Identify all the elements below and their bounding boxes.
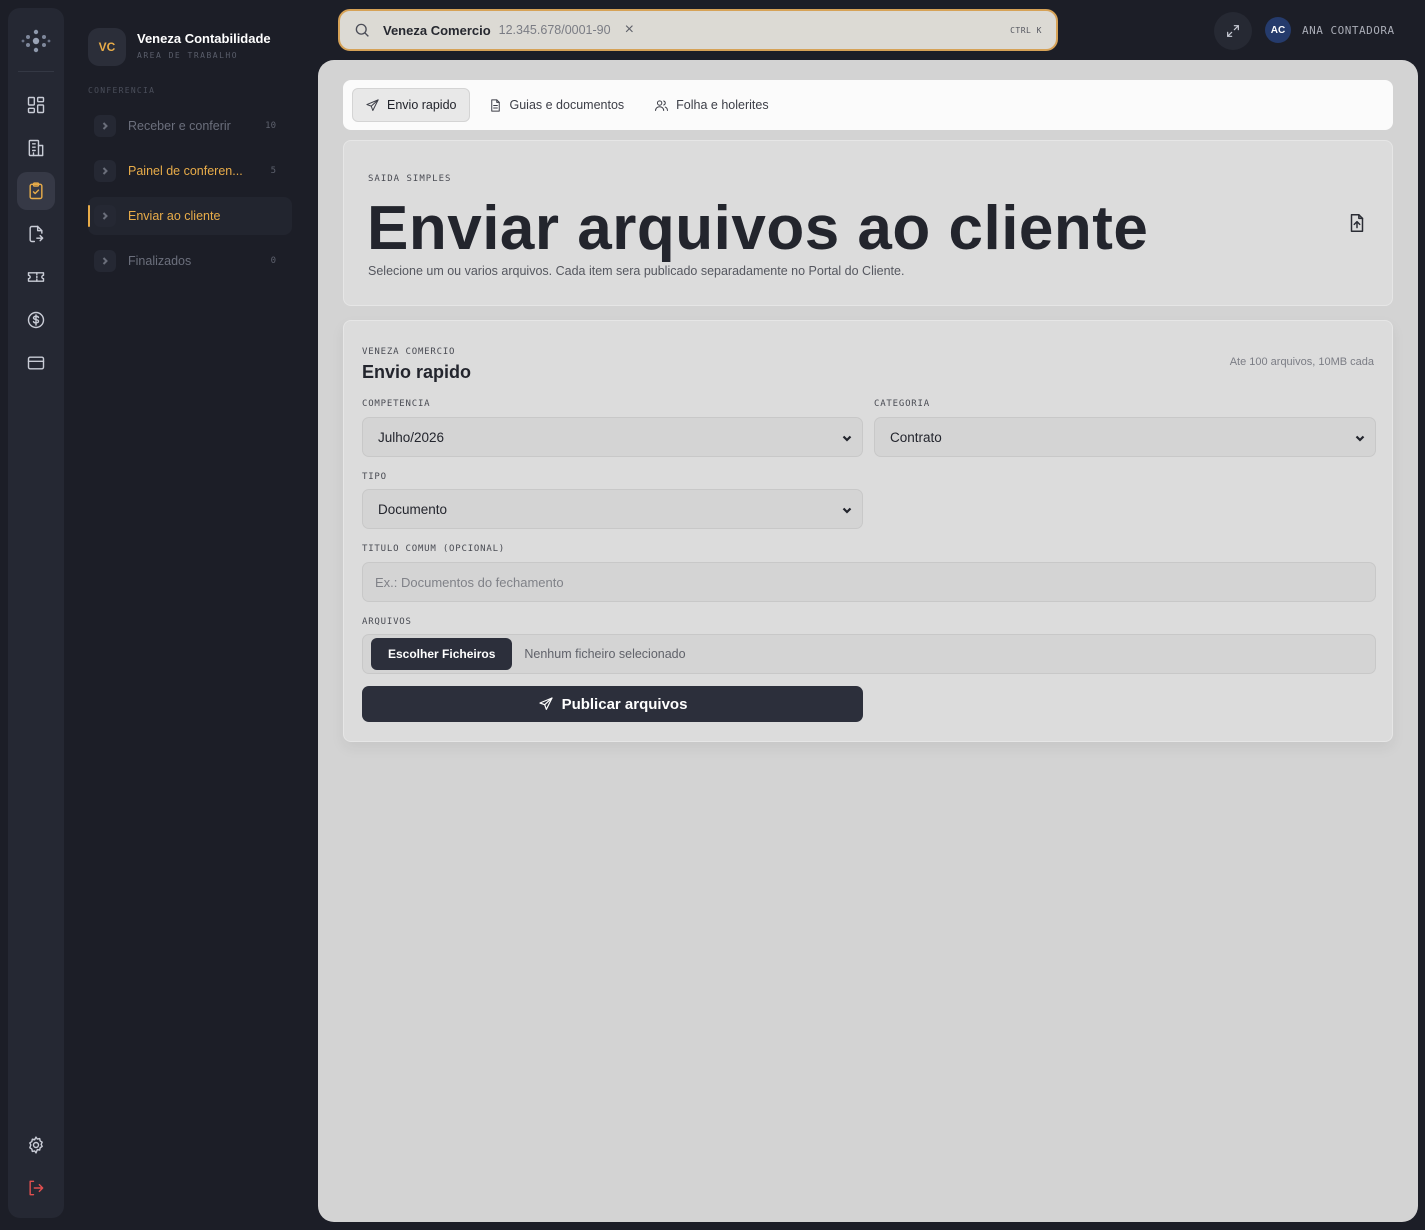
sidebar-item-count: 10 [265, 121, 276, 131]
expand-icon[interactable] [1214, 12, 1252, 50]
sidebar-section-label: CONFERENCIA [88, 86, 156, 95]
page-description: Selecione um ou varios arquivos. Cada it… [368, 264, 905, 278]
sidebar-item-painel[interactable]: Painel de conferen... 5 [88, 152, 292, 190]
form-client-label: VENEZA COMERCIO [362, 347, 456, 357]
chevron-down-icon [842, 435, 852, 442]
search-client-name: Veneza Comercio [383, 22, 491, 38]
chevron-right-icon [94, 160, 116, 182]
building-icon[interactable] [17, 129, 55, 167]
page-eyebrow: SAIDA SIMPLES [368, 174, 452, 184]
file-status: Nenhum ficheiro selecionado [524, 647, 686, 661]
icon-rail [8, 8, 64, 1218]
sidebar-item-count: 5 [270, 166, 276, 176]
users-icon [655, 99, 669, 111]
publish-label: Publicar arquivos [561, 695, 688, 713]
chevron-right-icon [94, 250, 116, 272]
main-panel: Envio rapido Guias e documentos Folha e … [318, 60, 1418, 1222]
sidebar-item-enviar[interactable]: Enviar ao cliente [88, 197, 292, 235]
page-header: SAIDA SIMPLES Enviar arquivos ao cliente… [343, 140, 1393, 306]
chevron-down-icon [1355, 435, 1365, 442]
logo-icon [20, 25, 52, 57]
tipo-label: TIPO [362, 472, 387, 482]
categoria-label: CATEGORIA [874, 399, 930, 409]
categoria-value: Contrato [890, 429, 942, 445]
titulo-placeholder: Ex.: Documentos do fechamento [375, 574, 564, 590]
workspace-subtitle: AREA DE TRABALHO [137, 51, 239, 60]
file-picker[interactable]: Escolher Ficheiros Nenhum ficheiro selec… [362, 634, 1376, 674]
search-client-cnpj: 12.345.678/0001-90 [498, 23, 611, 37]
settings-icon[interactable] [17, 1126, 55, 1164]
tab-label: Folha e holerites [676, 98, 769, 112]
sidebar-item-count: 0 [270, 256, 276, 266]
titulo-label: TITULO COMUM (OPCIONAL) [362, 544, 506, 554]
sidebar-item-label: Painel de conferen... [128, 164, 243, 178]
send-icon [366, 98, 379, 111]
sidebar-item-label: Finalizados [128, 254, 192, 268]
page-title: Enviar arquivos ao cliente [367, 194, 1149, 263]
keyboard-shortcut-hint: CTRL K [1010, 25, 1042, 35]
sidebar-item-finalizados[interactable]: Finalizados 0 [88, 242, 292, 280]
ticket-icon[interactable] [17, 258, 55, 296]
chevron-down-icon [842, 507, 852, 514]
search-icon [355, 23, 369, 37]
file-upload-icon[interactable] [1346, 212, 1368, 234]
tab-envio-rapido[interactable]: Envio rapido [352, 88, 470, 122]
competencia-label: COMPETENCIA [362, 399, 431, 409]
tab-label: Envio rapido [387, 98, 457, 112]
titulo-input[interactable]: Ex.: Documentos do fechamento [362, 562, 1376, 602]
arquivos-label: ARQUIVOS [362, 617, 412, 627]
tab-bar: Envio rapido Guias e documentos Folha e … [343, 80, 1393, 130]
quick-send-form: VENEZA COMERCIO Envio rapido Ate 100 arq… [343, 320, 1393, 742]
workspace-name: Veneza Contabilidade [137, 31, 271, 46]
tab-folha-holerites[interactable]: Folha e holerites [642, 88, 780, 122]
tab-guias-documentos[interactable]: Guias e documentos [476, 88, 637, 122]
logout-icon[interactable] [17, 1169, 55, 1207]
chevron-right-icon [94, 205, 116, 227]
user-name[interactable]: ANA CONTADORA [1302, 24, 1395, 37]
sidebar-item-receber[interactable]: Receber e conferir 10 [88, 107, 292, 145]
tipo-select[interactable]: Documento [362, 489, 863, 529]
dashboard-icon[interactable] [17, 86, 55, 124]
user-avatar[interactable]: AC [1265, 17, 1291, 43]
send-icon [538, 697, 553, 710]
dollar-icon[interactable] [17, 301, 55, 339]
rail-divider [18, 71, 54, 72]
choose-files-button[interactable]: Escolher Ficheiros [371, 638, 513, 670]
document-icon [490, 98, 500, 112]
competencia-value: Julho/2026 [378, 429, 445, 445]
sidebar-item-label: Enviar ao cliente [128, 209, 221, 223]
card-icon[interactable] [17, 344, 55, 382]
chevron-right-icon [94, 115, 116, 137]
tipo-value: Documento [378, 501, 448, 517]
tab-label: Guias e documentos [509, 98, 625, 112]
file-transfer-icon[interactable] [17, 215, 55, 253]
workspace-avatar[interactable]: VC [88, 28, 126, 66]
publish-button[interactable]: Publicar arquivos [362, 686, 863, 722]
competencia-select[interactable]: Julho/2026 [362, 417, 863, 457]
upload-limit-note: Ate 100 arquivos, 10MB cada [1229, 356, 1374, 368]
client-search[interactable]: Veneza Comercio 12.345.678/0001-90 × CTR… [338, 9, 1058, 51]
close-icon[interactable]: × [625, 21, 634, 39]
sidebar-item-label: Receber e conferir [128, 119, 231, 133]
clipboard-check-icon[interactable] [17, 172, 55, 210]
categoria-select[interactable]: Contrato [874, 417, 1376, 457]
secondary-sidebar: VC Veneza Contabilidade AREA DE TRABALHO… [70, 0, 312, 1230]
form-title: Envio rapido [362, 362, 472, 382]
